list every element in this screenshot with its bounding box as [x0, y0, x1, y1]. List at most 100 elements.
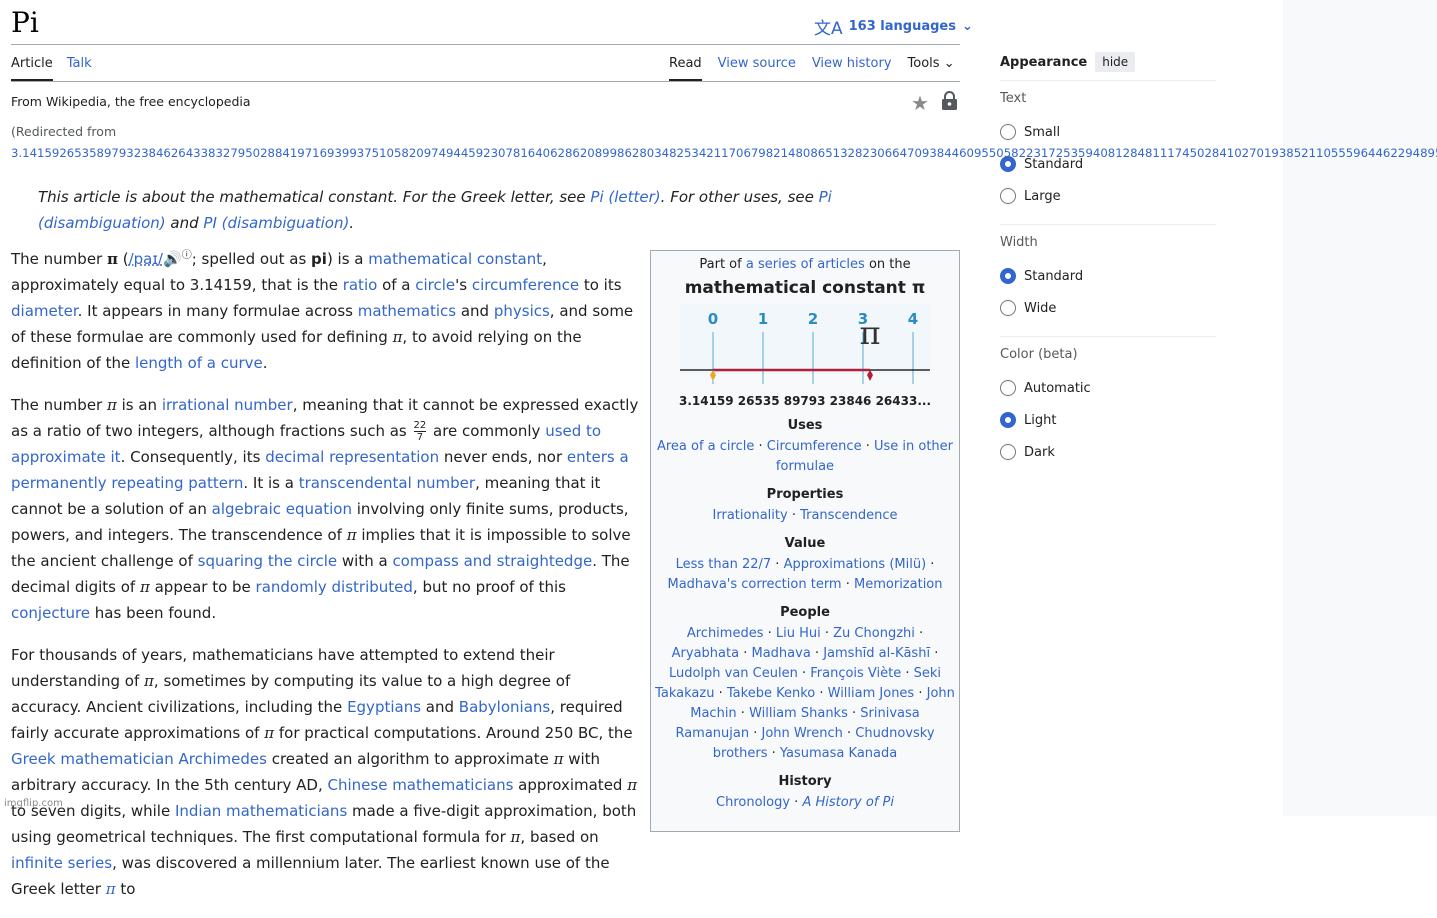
option-width-standard[interactable]: Standard	[1000, 260, 1216, 292]
text: The number	[11, 250, 107, 268]
link-john-wrench[interactable]: John Wrench	[762, 726, 843, 741]
separator: ·	[815, 686, 828, 701]
link-mathematical-constant[interactable]: mathematical constant	[368, 250, 542, 268]
watch-star-icon[interactable]: ★	[911, 91, 929, 115]
radio-button[interactable]	[1000, 300, 1016, 316]
tab-read[interactable]: Read	[669, 56, 702, 81]
link-liu-hui[interactable]: Liu Hui	[776, 626, 821, 641]
link-infinite-series[interactable]: infinite series	[11, 854, 112, 872]
option-label: Automatic	[1024, 380, 1091, 396]
link-squaring-the-circle[interactable]: squaring the circle	[198, 552, 337, 570]
link-diameter[interactable]: diameter	[11, 302, 78, 320]
text: (	[117, 250, 129, 268]
link-archimedes[interactable]: Greek mathematician Archimedes	[11, 750, 267, 768]
hide-button[interactable]: hide	[1095, 52, 1136, 72]
link-chinese-mathematicians[interactable]: Chinese mathematicians	[328, 776, 514, 794]
tick-label: 4	[908, 310, 918, 328]
link-zu-chongzhi[interactable]: Zu Chongzhi	[833, 626, 915, 641]
link-william-shanks[interactable]: William Shanks	[749, 706, 848, 721]
pi-symbol: π	[106, 250, 118, 268]
link-approximations-mil[interactable]: Approximations (Milü)	[784, 557, 927, 572]
link-less-than-22-7[interactable]: Less than 22/7	[676, 557, 772, 572]
link-takebe-kenko[interactable]: Takebe Kenko	[727, 686, 815, 701]
link-decimal-representation[interactable]: decimal representation	[265, 448, 439, 466]
hatnote-text: . For other uses, see	[660, 188, 819, 206]
option-color-beta-dark[interactable]: Dark	[1000, 436, 1216, 468]
hatnote-text: .	[349, 214, 355, 232]
link-archimedes[interactable]: Archimedes	[687, 626, 764, 641]
tab-view-source[interactable]: View source	[718, 56, 796, 81]
link-chronology[interactable]: Chronology	[716, 795, 790, 810]
link-mathematics[interactable]: mathematics	[358, 302, 456, 320]
option-text-large[interactable]: Large	[1000, 180, 1216, 212]
pi-symbol: π	[553, 750, 564, 768]
link-pi-letter[interactable]: π	[106, 880, 116, 898]
link-randomly-distributed[interactable]: randomly distributed	[256, 578, 413, 596]
link-babylonians[interactable]: Babylonians	[459, 698, 550, 716]
tools-menu[interactable]: Tools ⌄	[908, 56, 955, 81]
option-color-beta-automatic[interactable]: Automatic	[1000, 372, 1216, 404]
link-fran-ois-vi-te[interactable]: François Viète	[810, 666, 901, 681]
link-conjecture[interactable]: conjecture	[11, 604, 90, 622]
tab-view-history[interactable]: View history	[812, 56, 892, 81]
separator: ·	[842, 726, 856, 741]
option-label: Standard	[1024, 268, 1084, 284]
separator: ·	[763, 626, 776, 641]
radio-button[interactable]	[1000, 380, 1016, 396]
tab-talk[interactable]: Talk	[67, 56, 92, 81]
link-ludolph-van-ceulen[interactable]: Ludolph van Ceulen	[669, 666, 798, 681]
text: approximated	[513, 776, 628, 794]
tab-article[interactable]: Article	[11, 56, 53, 81]
link-madhava[interactable]: Madhava	[751, 646, 810, 661]
link-indian-mathematicians[interactable]: Indian mathematicians	[175, 802, 347, 820]
redirect-source-link[interactable]: 3.14159265358979323846264338327950288419…	[11, 146, 1437, 160]
link-transcendental-number[interactable]: transcendental number	[299, 474, 475, 492]
separator: ·	[797, 666, 811, 681]
link-aryabhata[interactable]: Aryabhata	[672, 646, 739, 661]
info-icon[interactable]: ⓘ	[182, 250, 192, 261]
link-area-of-a-circle[interactable]: Area of a circle	[657, 439, 754, 454]
radio-button[interactable]	[1000, 124, 1016, 140]
link-yasumasa-kanada[interactable]: Yasumasa Kanada	[780, 746, 897, 761]
link-william-jones[interactable]: William Jones	[828, 686, 915, 701]
link-egyptians[interactable]: Egyptians	[347, 698, 421, 716]
separator: ·	[914, 626, 924, 641]
radio-button[interactable]	[1000, 268, 1016, 284]
link-circumference[interactable]: Circumference	[767, 439, 862, 454]
radio-button[interactable]	[1000, 412, 1016, 428]
pi-symbol: π	[392, 328, 403, 346]
radio-button[interactable]	[1000, 444, 1016, 460]
language-button[interactable]: 文A 163 languages ⌄	[814, 14, 973, 39]
link-compass-and-straightedge[interactable]: compass and straightedge	[392, 552, 592, 570]
link-madhava-s-correction-term[interactable]: Madhava's correction term	[667, 577, 841, 592]
fraction-denominator: 7	[416, 432, 424, 443]
link-circumference[interactable]: circumference	[472, 276, 579, 294]
link-ratio[interactable]: ratio	[343, 276, 378, 294]
link-PI-disambiguation[interactable]: PI (disambiguation)	[203, 214, 349, 232]
text: . It appears in many formulae across	[77, 302, 358, 320]
link-algebraic-equation[interactable]: algebraic equation	[212, 500, 352, 518]
option-color-beta-light[interactable]: Light	[1000, 404, 1216, 436]
option-width-wide[interactable]: Wide	[1000, 292, 1216, 324]
link-circle[interactable]: circle	[415, 276, 455, 294]
link-irrationality[interactable]: Irrationality	[713, 508, 788, 523]
pi-symbol: π	[264, 724, 275, 742]
radio-button[interactable]	[1000, 188, 1016, 204]
option-text-standard[interactable]: Standard	[1000, 148, 1216, 180]
option-text-small[interactable]: Small	[1000, 116, 1216, 148]
link-length-of-a-curve[interactable]: length of a curve	[135, 354, 263, 372]
separator: ·	[841, 577, 855, 592]
link-transcendence[interactable]: Transcendence	[800, 508, 897, 523]
link-a-history-of-pi[interactable]: A History of Pi	[802, 795, 894, 810]
link-memorization[interactable]: Memorization	[854, 577, 942, 592]
text: . It is a	[243, 474, 299, 492]
link-physics[interactable]: physics	[494, 302, 550, 320]
link-series[interactable]: a series of articles	[746, 257, 865, 272]
paragraph-history: For thousands of years, mathematicians h…	[11, 642, 639, 902]
radio-button[interactable]	[1000, 156, 1016, 172]
link-pi-letter[interactable]: Pi (letter)	[590, 188, 660, 206]
speaker-icon[interactable]: 🔊	[163, 250, 182, 268]
link-jamsh-d-al-k-sh[interactable]: Jamshīd al-Kāshī	[823, 646, 930, 661]
link-irrational-number[interactable]: irrational number	[162, 396, 293, 414]
ipa-link[interactable]: /paɪ/	[129, 250, 163, 268]
